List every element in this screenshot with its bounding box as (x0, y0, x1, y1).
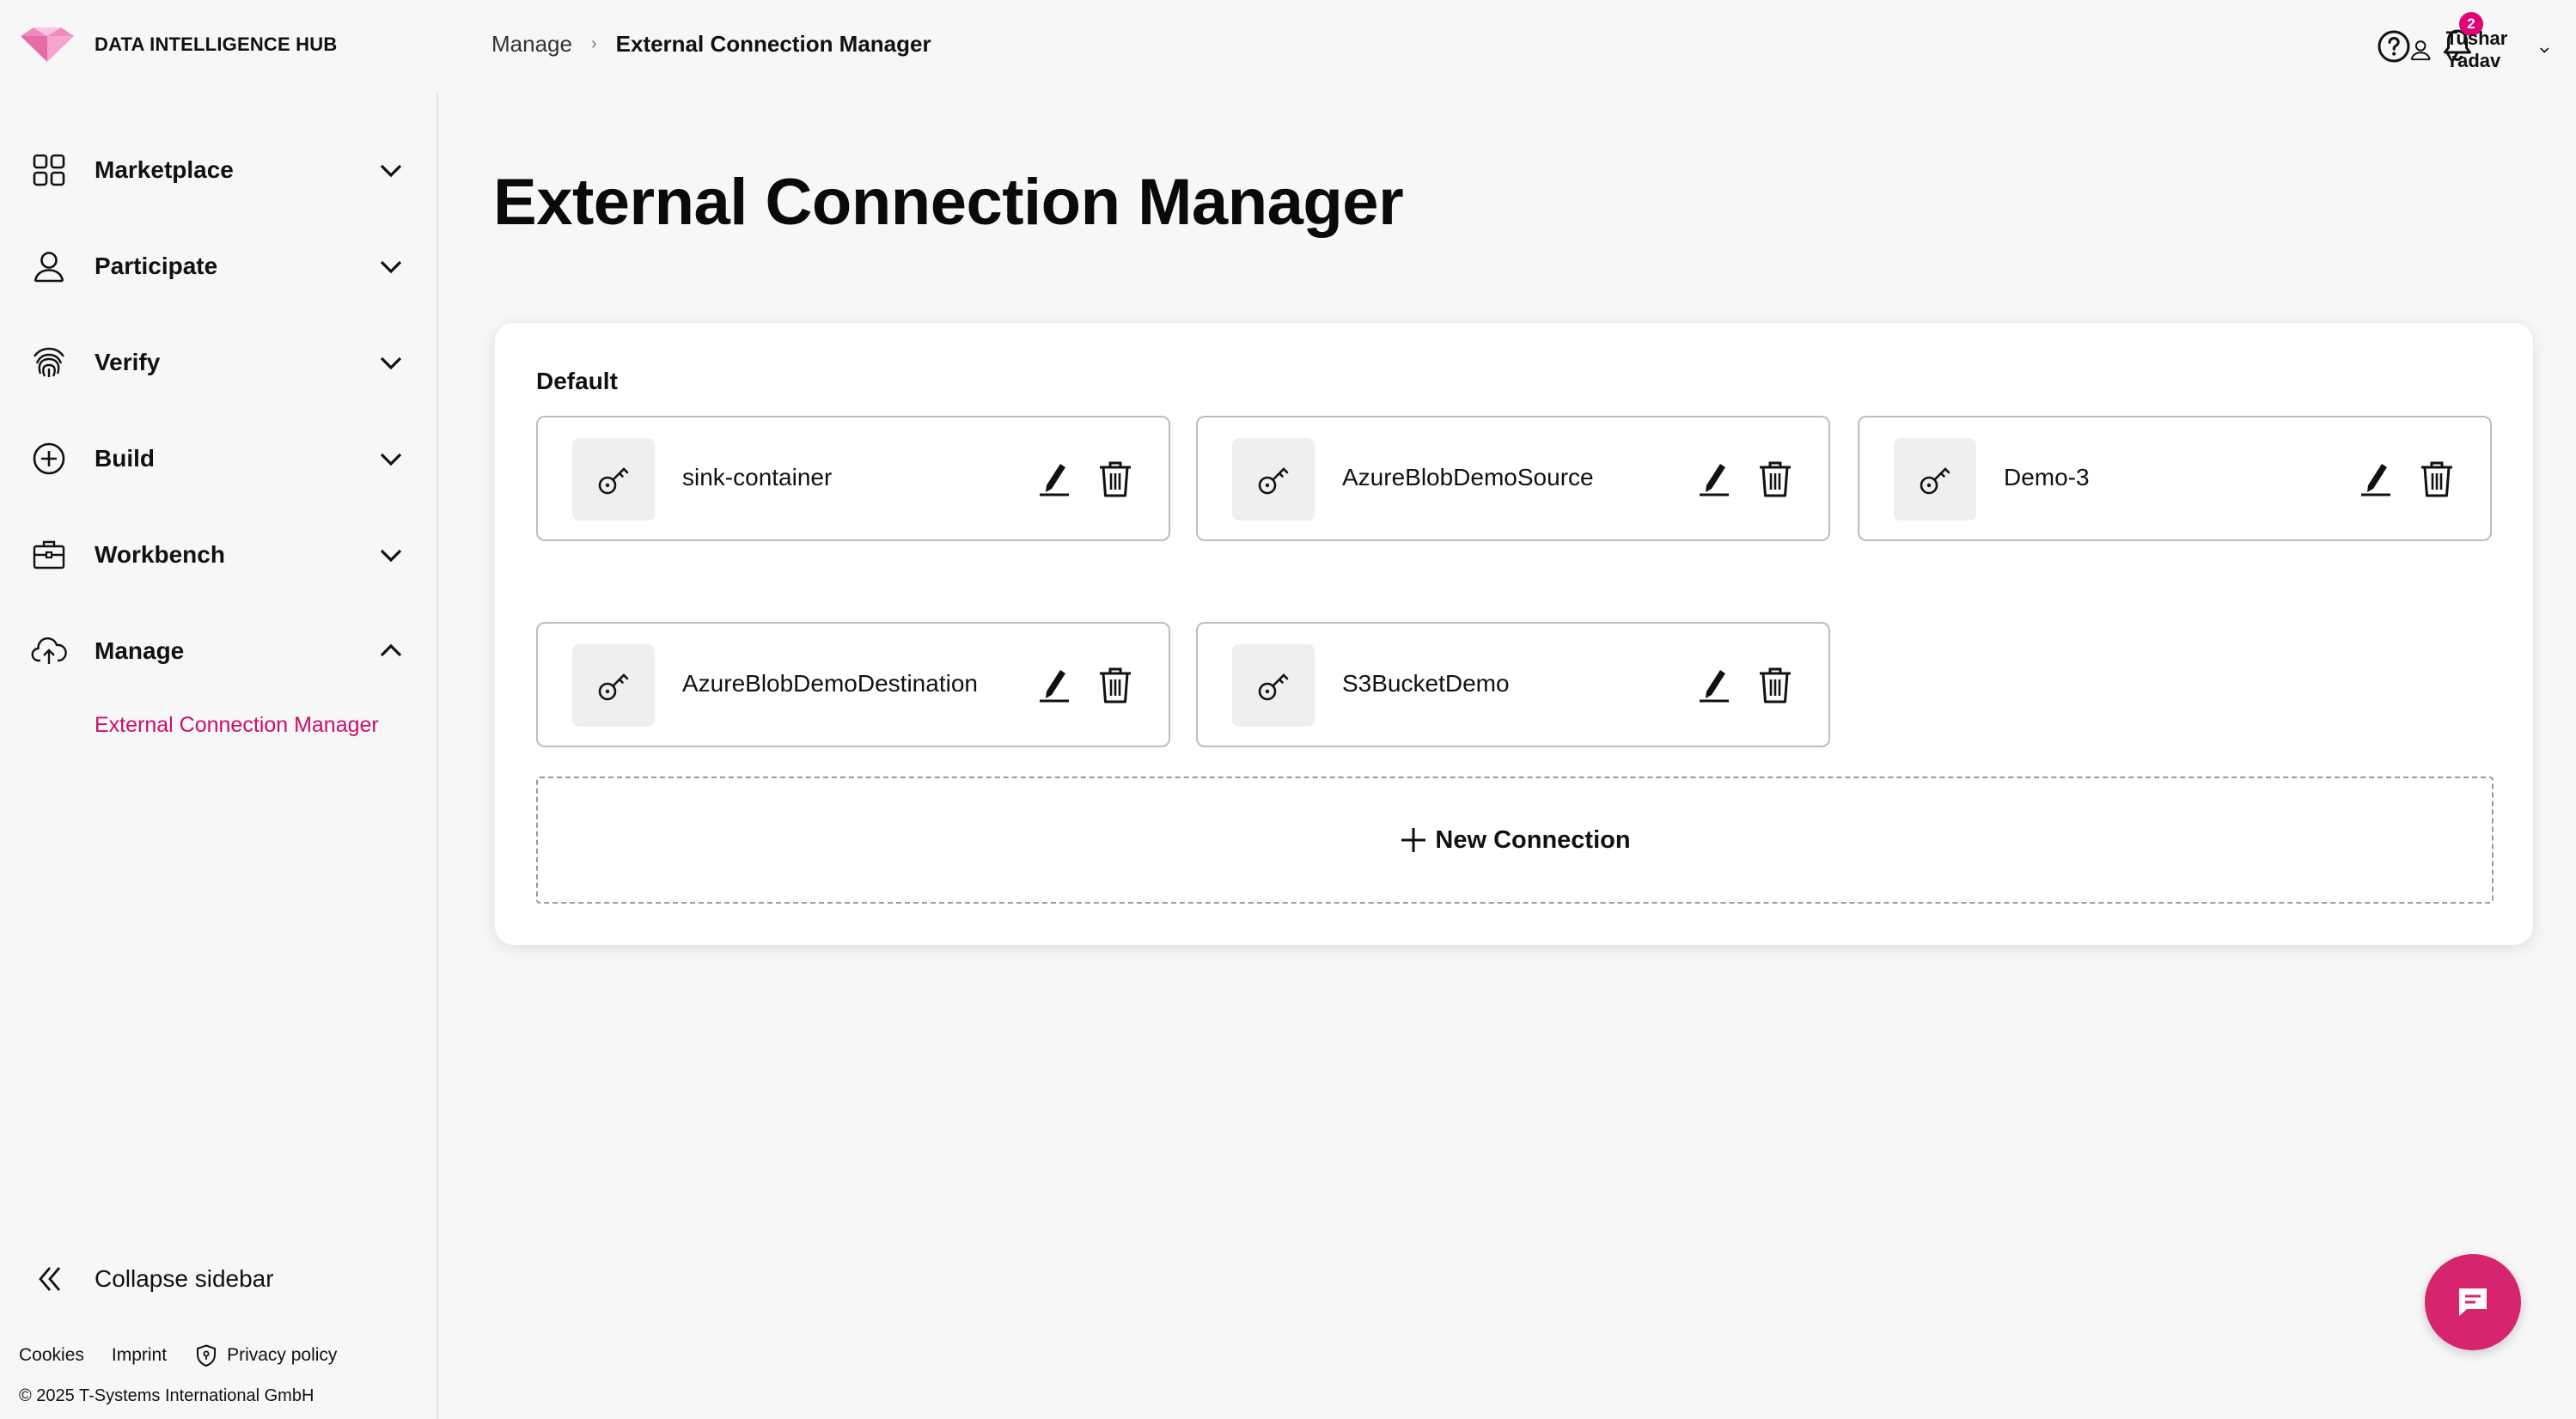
connection-icon-badge (572, 438, 655, 521)
collapse-sidebar-label: Collapse sidebar (95, 1265, 274, 1292)
connection-icon-badge (1232, 644, 1315, 727)
footer-links: Cookies Imprint Privacy policy (19, 1343, 392, 1367)
chevron-down-icon[interactable] (376, 348, 406, 377)
sidebar-item-manage[interactable]: Manage (0, 617, 436, 685)
new-connection-content: New Connection (1399, 825, 1631, 855)
sidebar: Marketplace Participate Verify Build Wor… (0, 93, 438, 1419)
chevron-down-icon[interactable] (376, 444, 406, 473)
trash-icon[interactable] (1756, 665, 1794, 706)
copyright: © 2025 T-Systems International GmbH (19, 1386, 314, 1405)
briefcase-icon (33, 540, 65, 569)
cloud-upload-icon (31, 637, 67, 664)
sidebar-item-verify[interactable]: Verify (0, 328, 436, 397)
sidebar-item-marketplace[interactable]: Marketplace (0, 136, 436, 204)
trash-icon[interactable] (1096, 665, 1134, 706)
connection-name: sink-container (682, 464, 833, 490)
connection-icon-badge (1232, 438, 1315, 521)
chevron-up-icon[interactable] (376, 636, 406, 666)
connection-card[interactable]: S3BucketDemo (1196, 622, 1830, 747)
double-chevron-left-icon (39, 1267, 61, 1291)
user-name: Tushar Yadav (2445, 27, 2508, 71)
breadcrumb-manage-link[interactable]: Manage (491, 31, 572, 58)
help-icon[interactable] (2377, 29, 2411, 64)
key-icon (598, 467, 629, 495)
sidebar-item-build[interactable]: Build (0, 424, 436, 493)
sidebar-item-workbench[interactable]: Workbench (0, 521, 436, 589)
grid-icon (33, 154, 65, 186)
imprint-link[interactable]: Imprint (112, 1345, 167, 1366)
connection-icon-badge (572, 644, 655, 727)
collapse-sidebar-button[interactable]: Collapse sidebar (0, 1249, 436, 1309)
sidebar-item-participate[interactable]: Participate (0, 232, 436, 301)
key-icon (1920, 467, 1950, 495)
sidebar-item-label: Marketplace (95, 156, 234, 183)
connection-name: S3BucketDemo (1342, 670, 1510, 697)
privacy-policy-label: Privacy policy (227, 1345, 338, 1365)
new-connection-button[interactable]: New Connection (536, 776, 2494, 904)
key-icon (1258, 467, 1289, 495)
breadcrumb-separator: › (590, 34, 597, 53)
connection-card[interactable]: Demo-3 (1858, 416, 2492, 541)
fingerprint-icon (34, 347, 64, 377)
sidebar-item-label: Participate (95, 253, 218, 279)
trash-icon[interactable] (2418, 459, 2456, 500)
user-menu[interactable]: Tushar Yadav (2409, 27, 2550, 72)
edit-icon[interactable] (1036, 667, 1072, 704)
person-icon (34, 252, 64, 283)
chevron-down-icon[interactable] (376, 155, 406, 185)
chat-icon (2459, 1288, 2487, 1316)
connection-icon-badge (1894, 438, 1976, 521)
chevron-down-icon (2539, 47, 2549, 53)
chevron-down-icon[interactable] (376, 540, 406, 569)
trash-icon[interactable] (1756, 459, 1794, 500)
plus-icon (1401, 828, 1426, 852)
connection-name: AzureBlobDemoDestination (682, 670, 978, 697)
breadcrumb: Manage › External Connection Manager (491, 31, 931, 58)
connection-card[interactable]: AzureBlobDemoDestination (536, 622, 1170, 747)
edit-icon[interactable] (1696, 460, 1732, 498)
breadcrumb-current: External Connection Manager (615, 31, 931, 57)
sidebar-subitem-external-connection-manager[interactable]: External Connection Manager (95, 713, 379, 738)
group-label: Default (536, 368, 618, 394)
page-title: External Connection Manager (493, 166, 1404, 239)
plus-circle-icon (33, 442, 65, 475)
top-header: DATA INTELLIGENCE HUB Manage › External … (0, 0, 2576, 93)
privacy-policy-link[interactable]: Privacy policy (194, 1343, 364, 1367)
brand-logo-icon (21, 27, 74, 62)
brand-name: DATA INTELLIGENCE HUB (95, 33, 338, 55)
user-icon (2410, 40, 2431, 61)
key-icon (598, 673, 629, 701)
connection-card[interactable]: sink-container (536, 416, 1170, 541)
connection-name: Demo-3 (2004, 464, 2090, 490)
cookies-link[interactable]: Cookies (19, 1345, 84, 1366)
trash-icon[interactable] (1096, 459, 1134, 500)
sidebar-item-label: Manage (95, 637, 185, 664)
shield-icon (197, 1344, 217, 1367)
connections-panel: Default sink-container AzureBlobDemoSour… (495, 323, 2533, 945)
connection-card[interactable]: AzureBlobDemoSource (1196, 416, 1830, 541)
chat-button[interactable] (2425, 1254, 2521, 1350)
sidebar-item-label: Build (95, 445, 155, 472)
edit-icon[interactable] (1696, 667, 1732, 704)
edit-icon[interactable] (1036, 460, 1072, 498)
new-connection-label: New Connection (1435, 825, 1631, 854)
sidebar-item-label: Workbench (95, 541, 225, 568)
brand[interactable]: DATA INTELLIGENCE HUB (19, 24, 337, 65)
sidebar-item-label: Verify (95, 349, 161, 375)
edit-icon[interactable] (2358, 460, 2394, 498)
key-icon (1258, 673, 1289, 701)
chevron-down-icon[interactable] (376, 252, 406, 281)
connection-name: AzureBlobDemoSource (1342, 464, 1594, 490)
